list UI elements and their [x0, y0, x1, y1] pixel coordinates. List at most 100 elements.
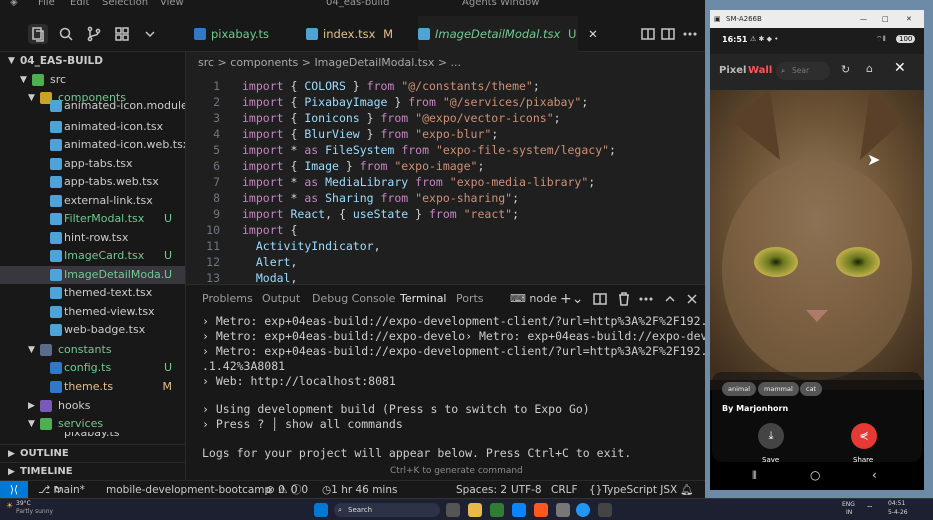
- problems-status[interactable]: ⊗ 0 ⚠ 0 ⓘ 0: [266, 481, 308, 499]
- source-control-icon[interactable]: [84, 24, 104, 44]
- phone-search-input[interactable]: ⌕ Sear: [776, 62, 830, 80]
- modified-badge: M: [162, 380, 173, 393]
- code-editor[interactable]: 1 import { COLORS } from "@/constants/the…: [186, 74, 705, 284]
- tag-chip[interactable]: mammal: [758, 382, 799, 396]
- terminal-line: › Press ? │ show all commands: [202, 417, 403, 431]
- branch-status[interactable]: ⎇ main* ↻: [38, 481, 85, 499]
- remote-icon[interactable]: ⟩⟨: [0, 481, 28, 499]
- tree-folder-src[interactable]: ▼ src: [0, 71, 185, 89]
- menu-file[interactable]: File: [38, 0, 55, 8]
- taskbar-clock-time[interactable]: 04:51: [888, 500, 905, 507]
- new-terminal-button[interactable]: +⌄: [560, 285, 583, 313]
- tab-pixabay[interactable]: pixabay.ts: [194, 16, 298, 52]
- menu-edit[interactable]: Edit: [70, 0, 89, 8]
- minimize-window-icon[interactable]: —: [860, 10, 867, 28]
- eol-status[interactable]: CRLF: [551, 481, 578, 499]
- explorer-root[interactable]: ▼ 04_EAS-BUILD: [0, 52, 185, 70]
- tree-file-selected[interactable]: ImageDetailModa... U: [0, 266, 185, 284]
- tree-folder-constants[interactable]: ▼ constants: [0, 341, 185, 359]
- split-terminal-icon[interactable]: [590, 289, 610, 309]
- tree-file[interactable]: ImageCard.tsx U: [0, 247, 185, 265]
- close-panel-icon[interactable]: [682, 289, 702, 309]
- app-icon[interactable]: [490, 503, 504, 517]
- app-icon[interactable]: [598, 503, 612, 517]
- explorer-icon[interactable]: [28, 24, 48, 44]
- tree-file[interactable]: FilterModal.tsx U: [0, 210, 185, 228]
- tab-ports[interactable]: Ports: [456, 285, 484, 313]
- menu-view[interactable]: View: [160, 0, 184, 8]
- tree-file[interactable]: web-badge.tsx: [0, 321, 185, 339]
- signal-icon: ⌔⫴: [876, 35, 886, 43]
- tag-chip[interactable]: cat: [800, 382, 823, 396]
- tree-file[interactable]: themed-view.tsx: [0, 303, 185, 321]
- tree-file[interactable]: external-link.tsx: [0, 192, 185, 210]
- tree-file[interactable]: animated-icon.tsx: [0, 118, 185, 136]
- recent-apps-icon[interactable]: ⦀: [752, 469, 757, 483]
- split-editor-icon[interactable]: [638, 24, 658, 44]
- windows-start-icon[interactable]: [314, 503, 328, 517]
- trash-icon[interactable]: [614, 289, 634, 309]
- tree-folder-hooks[interactable]: ▶ hooks: [0, 397, 185, 415]
- tab-index[interactable]: index.tsx M: [306, 16, 418, 52]
- tree-file[interactable]: animated-icon.web.tsx: [0, 136, 185, 154]
- encoding-status[interactable]: UTF-8: [511, 481, 542, 499]
- nav-back-icon[interactable]: ‹: [872, 468, 877, 482]
- file-explorer-icon[interactable]: [468, 503, 482, 517]
- maximize-window-icon[interactable]: □: [882, 10, 889, 28]
- close-modal-icon[interactable]: ✕: [894, 60, 906, 76]
- timeline-section[interactable]: ▶ TIMELINE: [0, 462, 185, 480]
- maximize-panel-icon[interactable]: [660, 289, 680, 309]
- tree-file[interactable]: themed-text.tsx: [0, 284, 185, 302]
- tree-file[interactable]: theme.ts M: [0, 378, 185, 396]
- taskbar-search[interactable]: ⌕ Search: [334, 503, 440, 517]
- more-views-icon[interactable]: [140, 24, 160, 44]
- tree-file[interactable]: app-tabs.web.tsx: [0, 173, 185, 191]
- tab-output[interactable]: Output: [262, 285, 300, 313]
- tab-image-detail-modal[interactable]: ImageDetailModal.tsx U ✕: [418, 16, 598, 52]
- layout-icon[interactable]: [658, 24, 678, 44]
- code-text: import {: [242, 223, 298, 237]
- close-tab-icon[interactable]: ✕: [588, 27, 598, 41]
- terminal-icon: ⌨: [510, 292, 526, 305]
- code-text: Modal,: [255, 271, 298, 284]
- breadcrumb[interactable]: src > components > ImageDetailModal.tsx …: [186, 52, 705, 74]
- taskbar-clock-date[interactable]: 5-4-26: [888, 509, 908, 516]
- tab-problems[interactable]: Problems: [202, 285, 253, 313]
- vscode-taskbar-icon[interactable]: [512, 503, 526, 517]
- terminal[interactable]: › Metro: exp+04eas-build://expo-developm…: [186, 312, 705, 480]
- more-actions-icon[interactable]: [680, 24, 700, 44]
- tag-chip[interactable]: animal: [722, 382, 757, 396]
- zoom-icon[interactable]: [576, 503, 590, 517]
- bell-icon[interactable]: 🔔︎: [680, 481, 693, 499]
- task-view-icon[interactable]: [446, 503, 460, 517]
- home-icon[interactable]: ⌂: [866, 62, 873, 75]
- terminal-selector[interactable]: ⌨ node: [510, 285, 557, 313]
- wifi-icon[interactable]: ⌔: [866, 504, 874, 514]
- tab-terminal[interactable]: Terminal: [400, 285, 447, 313]
- region-indicator[interactable]: IN: [846, 509, 852, 516]
- terminal-taskbar-icon[interactable]: [556, 503, 570, 517]
- terminal-line: › Web: http://localhost:8081: [202, 374, 396, 388]
- close-window-icon[interactable]: ✕: [906, 10, 912, 28]
- save-button[interactable]: ⤓: [758, 423, 784, 449]
- search-icon[interactable]: [56, 24, 76, 44]
- tree-file[interactable]: hint-row.tsx: [0, 229, 185, 247]
- tree-file[interactable]: animated-icon.module.css: [0, 100, 185, 112]
- agents-window-button[interactable]: Agents Window: [462, 0, 539, 8]
- language-status[interactable]: {} TypeScript JSX: [589, 481, 677, 499]
- brave-icon[interactable]: [534, 503, 548, 517]
- menu-selection[interactable]: Selection: [102, 0, 148, 8]
- outline-section[interactable]: ▶ OUTLINE: [0, 444, 185, 462]
- indent-status[interactable]: Spaces: 2: [456, 481, 507, 499]
- tree-file[interactable]: config.ts U: [0, 359, 185, 377]
- tree-file[interactable]: app-tabs.tsx: [0, 155, 185, 173]
- refresh-icon[interactable]: ↻: [841, 63, 850, 76]
- more-actions-icon[interactable]: [636, 289, 656, 309]
- extensions-icon[interactable]: [112, 24, 132, 44]
- nav-home-icon[interactable]: ○: [810, 468, 820, 482]
- tree-folder-services[interactable]: ▼ services: [0, 415, 185, 433]
- tab-debug-console[interactable]: Debug Console: [312, 285, 395, 313]
- share-button[interactable]: ⋞: [851, 423, 877, 449]
- language-indicator[interactable]: ENG: [842, 501, 855, 508]
- tree-file[interactable]: pixabay.ts: [0, 432, 185, 440]
